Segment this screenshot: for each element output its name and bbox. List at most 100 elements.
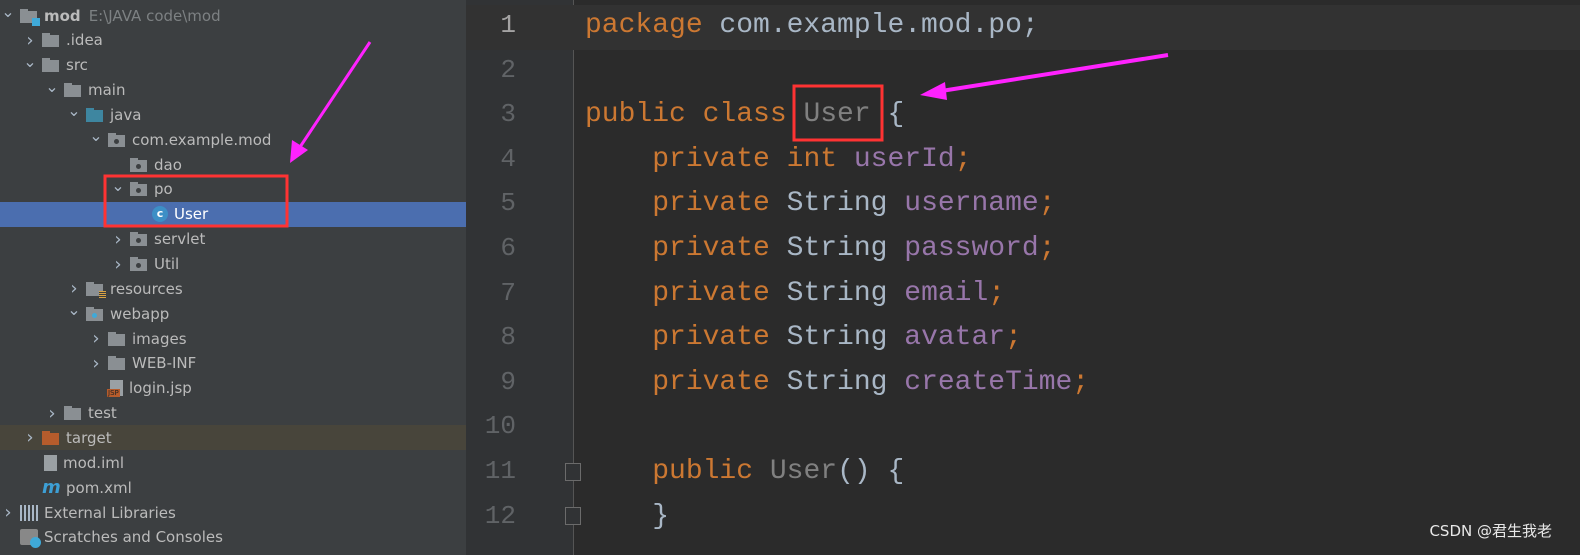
chevron-right-icon[interactable]: › [0, 502, 16, 523]
package-icon [130, 181, 148, 197]
line-number: 7 [500, 277, 516, 308]
tree-item-label: Scratches and Consoles [44, 528, 223, 547]
tree-item-web-inf[interactable]: › WEB-INF [0, 351, 466, 376]
line-number: 5 [500, 188, 516, 219]
chevron-right-icon[interactable]: › [110, 229, 126, 250]
class-icon: c [152, 206, 168, 223]
tree-item--idea[interactable]: › .idea [0, 28, 466, 53]
tree-item-login-jsp[interactable]: login.jsp [0, 376, 466, 401]
project-path: E:\JAVA code\mod [88, 6, 221, 25]
code-line[interactable]: private String createTime; [585, 367, 1089, 398]
maven-icon: m [42, 476, 61, 498]
code-token: ; [954, 143, 972, 175]
code-token: private int [652, 143, 854, 175]
code-token: { [870, 99, 905, 131]
watermark: CSDN @君生我老 [1429, 522, 1552, 540]
line-number: 6 [500, 233, 516, 263]
code-token: ; [1038, 233, 1056, 264]
code-token: ; [1005, 322, 1022, 354]
code-line[interactable]: } [585, 501, 669, 532]
tree-item-target[interactable]: › target [0, 425, 466, 451]
fold-marker-icon[interactable] [565, 463, 581, 481]
tree-item-dao[interactable]: dao [0, 152, 466, 177]
code-line[interactable]: public User() { [585, 456, 904, 487]
tree-item-user[interactable]: c User [0, 201, 466, 227]
chevron-down-icon[interactable]: ⌄ [66, 101, 82, 120]
tree-item-label: test [88, 404, 117, 423]
code-line[interactable]: private String username; [585, 188, 1055, 220]
chevron-down-icon[interactable]: ⌄ [0, 2, 16, 21]
line-number: 3 [500, 99, 516, 130]
chevron-down-icon[interactable]: ⌄ [66, 300, 82, 319]
chevron-down-icon[interactable]: ⌄ [88, 126, 104, 145]
chevron-right-icon[interactable]: › [88, 353, 104, 374]
code-line[interactable]: public class User { [585, 99, 904, 130]
chevron-right-icon[interactable]: › [110, 254, 126, 275]
tree-item-label: java [110, 105, 142, 124]
tree-item-label: WEB-INF [132, 354, 197, 373]
code-token: password [904, 233, 1039, 264]
folder-icon [108, 355, 126, 371]
code-line[interactable]: private int userId; [585, 143, 972, 175]
code-token: private [652, 233, 787, 264]
chevron-down-icon[interactable]: ⌄ [44, 77, 60, 96]
module-folder-icon [20, 8, 40, 26]
tree-item-images[interactable]: › images [0, 326, 466, 351]
tree-item-mod[interactable]: ⌄ mod E:\JAVA code\mod [0, 2, 466, 28]
code-token: private [652, 277, 787, 309]
code-line[interactable]: private String email; [585, 278, 1005, 309]
folder-icon [108, 331, 126, 347]
libraries-icon [20, 504, 38, 521]
code-line[interactable]: package com.example.mod.po; [585, 10, 1039, 41]
line-number: 11 [484, 456, 516, 486]
code-line[interactable]: private String avatar; [585, 322, 1022, 353]
tree-item-mod-iml[interactable]: mod.iml [0, 450, 466, 475]
code-token: public [652, 456, 770, 487]
chevron-right-icon[interactable]: › [22, 30, 38, 51]
tree-item-webapp[interactable]: ⌄ webapp [0, 300, 466, 326]
chevron-down-icon[interactable]: ⌄ [22, 52, 38, 71]
tree-item-scratches-and-consoles[interactable]: Scratches and Consoles [0, 525, 466, 550]
tree-item-po[interactable]: ⌄ po [0, 176, 466, 202]
code-token: ; [1072, 366, 1090, 398]
tree-item-test[interactable]: › test [0, 401, 466, 426]
code-token: User [769, 456, 838, 487]
line-number: 8 [500, 322, 516, 353]
code-line[interactable]: private String password; [585, 233, 1056, 264]
code-token: private [652, 188, 787, 220]
tree-item-label: pom.xml [66, 478, 132, 497]
line-number: 4 [500, 143, 516, 174]
code-token: String [786, 188, 905, 220]
code-token: } [585, 500, 670, 532]
folder-icon [42, 57, 60, 73]
web-folder-icon [86, 306, 104, 322]
code-token: private [652, 366, 787, 398]
tree-item-pom-xml[interactable]: m pom.xml [0, 475, 466, 500]
chevron-right-icon[interactable]: › [66, 278, 82, 299]
excluded-folder-icon [42, 430, 60, 446]
tree-item-label: src [66, 56, 88, 75]
tree-item-servlet[interactable]: › servlet [0, 227, 466, 252]
tree-item-resources[interactable]: › resources [0, 276, 466, 301]
tree-item-label: mod [44, 6, 81, 25]
line-number: 10 [484, 411, 516, 442]
chevron-right-icon[interactable]: › [22, 427, 38, 448]
code-token: avatar [904, 322, 1006, 354]
tree-item-src[interactable]: ⌄ src [0, 52, 466, 78]
code-token: String [786, 233, 905, 264]
tree-item-java[interactable]: ⌄ java [0, 101, 466, 127]
tree-item-external-libraries[interactable]: › External Libraries [0, 500, 466, 525]
tree-item-main[interactable]: ⌄ main [0, 77, 466, 103]
chevron-right-icon[interactable]: › [44, 403, 60, 424]
fold-marker-icon[interactable] [565, 507, 581, 525]
code-token: ; [988, 277, 1006, 309]
code-token: () { [837, 456, 905, 487]
tree-item-com-example-mod[interactable]: ⌄ com.example.mod [0, 126, 466, 152]
tree-item-util[interactable]: › Util [0, 252, 466, 277]
tree-item-label: target [66, 428, 112, 447]
chevron-down-icon[interactable]: ⌄ [110, 176, 126, 195]
chevron-right-icon[interactable]: › [88, 328, 104, 349]
package-icon [130, 231, 148, 247]
